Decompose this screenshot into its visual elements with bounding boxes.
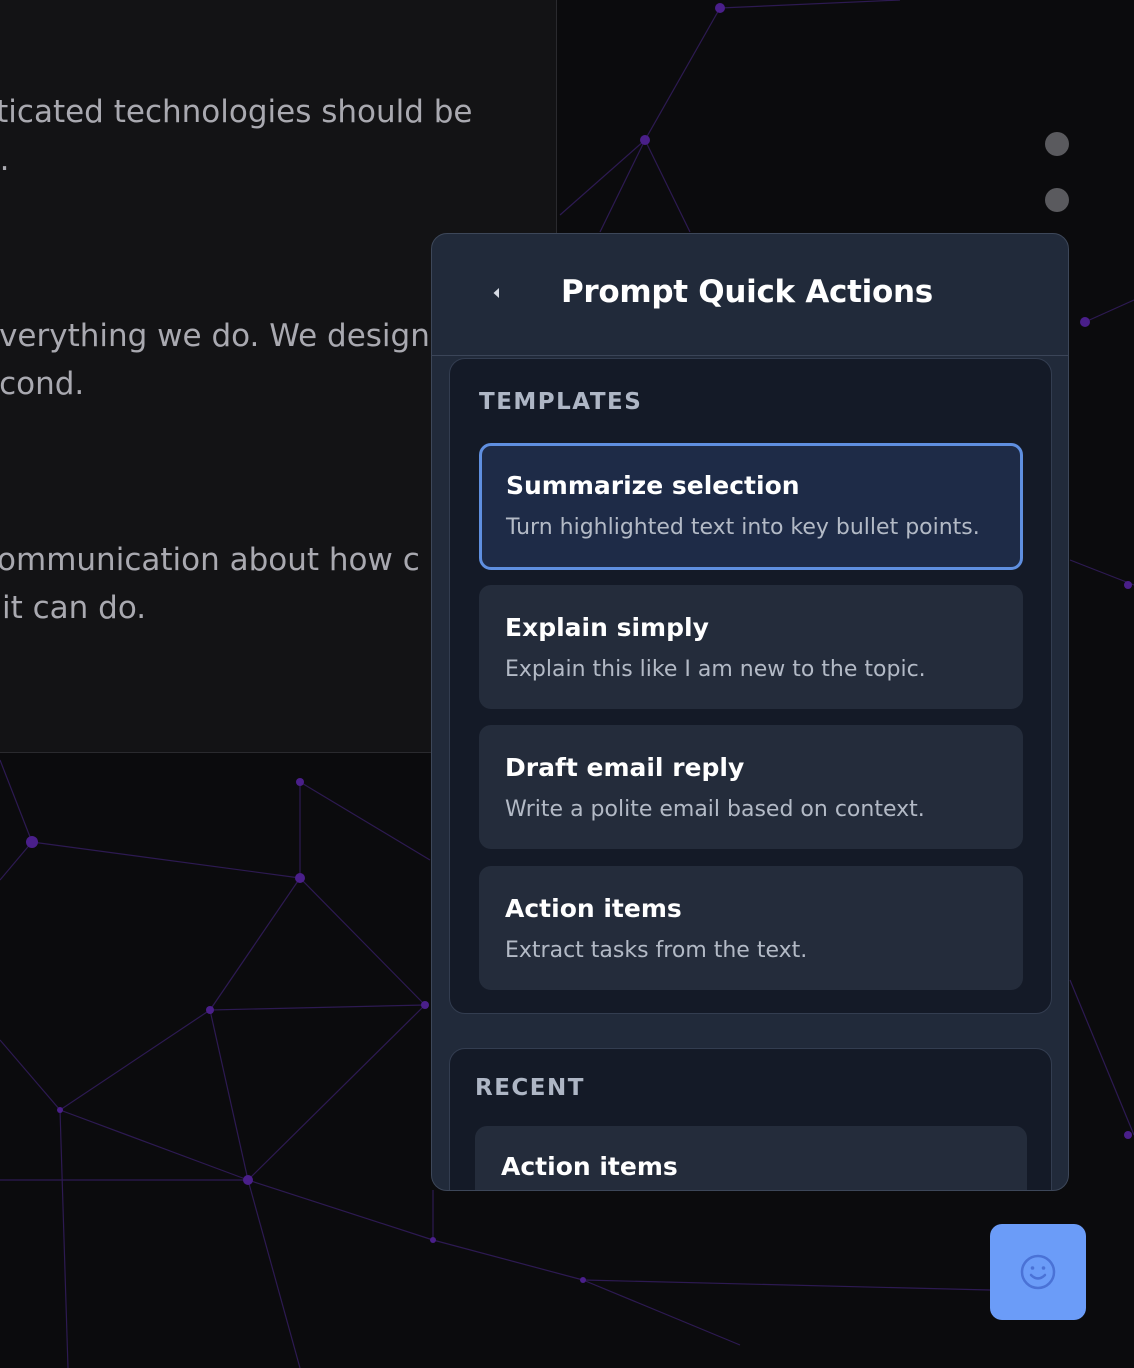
background-text-line: sticated technologies should be [0, 94, 473, 130]
template-draft-email-reply[interactable]: Draft email reply Write a polite email b… [479, 725, 1023, 849]
recent-section: RECENT Action items [449, 1048, 1052, 1190]
recent-label: RECENT [475, 1075, 585, 1101]
pagination-dot[interactable] [1045, 132, 1069, 156]
template-description: Extract tasks from the text. [505, 938, 808, 963]
template-title: Action items [505, 894, 682, 923]
template-action-items[interactable]: Action items Extract tasks from the text… [479, 866, 1023, 990]
pagination-dot[interactable] [1045, 188, 1069, 212]
background-text-line: t it can do. [0, 590, 147, 626]
assistant-fab-button[interactable] [990, 1224, 1086, 1320]
chevron-left-icon [493, 288, 499, 298]
recent-item-action-items[interactable]: Action items [475, 1126, 1027, 1190]
template-summarize-selection[interactable]: Summarize selection Turn highlighted tex… [479, 443, 1023, 570]
template-title: Explain simply [505, 613, 709, 642]
background-text-line: d. [0, 142, 10, 178]
smile-face-icon [1020, 1254, 1056, 1290]
recent-item-title: Action items [501, 1152, 678, 1181]
background-text-line: everything we do. We design [0, 318, 430, 354]
template-title: Summarize selection [506, 471, 800, 500]
panel-header: Prompt Quick Actions [432, 234, 1068, 356]
prompt-quick-actions-panel: Prompt Quick Actions TEMPLATES Summarize… [431, 233, 1069, 1191]
back-button[interactable] [482, 278, 512, 308]
template-description: Turn highlighted text into key bullet po… [506, 515, 980, 540]
template-explain-simply[interactable]: Explain simply Explain this like I am ne… [479, 585, 1023, 709]
background-text-line: econd. [0, 366, 85, 402]
panel-title: Prompt Quick Actions [561, 274, 933, 310]
template-title: Draft email reply [505, 753, 745, 782]
templates-label: TEMPLATES [479, 389, 643, 415]
template-description: Write a polite email based on context. [505, 797, 925, 822]
background-text-line: communication about how c [0, 542, 420, 578]
template-description: Explain this like I am new to the topic. [505, 657, 926, 682]
templates-section: TEMPLATES Summarize selection Turn highl… [449, 358, 1052, 1014]
